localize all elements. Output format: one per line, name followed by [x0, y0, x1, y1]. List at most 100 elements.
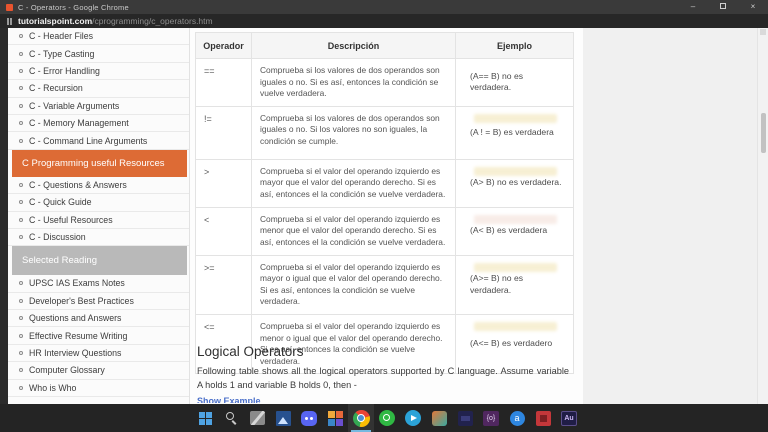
taskbar-audition-app[interactable]: Au	[556, 404, 582, 432]
logical-operators-heading: Logical Operators	[197, 344, 304, 359]
bullet-icon	[19, 333, 23, 338]
taskbar-code-app[interactable]: {o}	[478, 404, 504, 432]
browser-titlebar: C - Operators - Google Chrome – ×	[0, 0, 768, 14]
example-text: (A<= B) es verdadero	[470, 338, 553, 349]
blue-a-app-icon: a	[509, 410, 525, 426]
sidebar-item-label: C - Variable Arguments	[29, 100, 120, 111]
photos-app-icon	[275, 410, 291, 426]
operator-cell: >	[195, 158, 252, 208]
bullet-icon	[19, 51, 23, 56]
show-example-link[interactable]: Show Example	[197, 396, 261, 403]
sidebar-item-resume-writing[interactable]: Effective Resume Writing	[8, 327, 189, 345]
sidebar-item-type-casting[interactable]: C - Type Casting	[8, 45, 189, 63]
minimize-button[interactable]: –	[678, 0, 708, 14]
description-cell: Comprueba si el valor del operando izqui…	[251, 206, 456, 256]
bullet-icon	[19, 298, 23, 303]
translation-artifact	[474, 214, 557, 224]
sidebar-item-label: C - Memory Management	[29, 118, 129, 129]
bullet-icon	[19, 138, 23, 143]
bullet-icon	[19, 351, 23, 356]
url-path: /cprogramming/c_operators.htm	[92, 16, 213, 26]
description-cell: Comprueba si los valores de dos operando…	[251, 105, 456, 160]
close-button[interactable]: ×	[738, 0, 768, 14]
sidebar-item-label: C - Questions & Answers	[29, 179, 127, 190]
sidebar-navigation: C - Header Files C - Type Casting C - Er…	[8, 28, 190, 404]
relational-operators-table: Operador Descripción Ejemplo == Comprueb…	[195, 32, 574, 375]
sidebar-item-label: C - Command Line Arguments	[29, 135, 148, 146]
example-text: (A>= B) no es verdadera.	[470, 272, 524, 295]
sidebar-item-memory-management[interactable]: C - Memory Management	[8, 115, 189, 133]
sidebar-item-label: Questions and Answers	[29, 313, 122, 324]
page-scrollbar[interactable]	[757, 28, 768, 404]
page-right-gutter	[583, 28, 758, 404]
taskbar-photos-app[interactable]	[270, 404, 296, 432]
taskbar-whatsapp-app[interactable]	[374, 404, 400, 432]
sidebar-item-label: Who is Who	[29, 382, 77, 393]
example-text: (A ! = B) es verdadera	[470, 126, 554, 137]
taskbar-gradient-app[interactable]	[426, 404, 452, 432]
example-cell: (A ! = B) es verdadera	[455, 105, 574, 160]
sidebar-item-computer-glossary[interactable]: Computer Glossary	[8, 362, 189, 380]
taskbar-discord-app[interactable]	[296, 404, 322, 432]
sidebar-item-questions-answers[interactable]: C - Questions & Answers	[8, 177, 189, 195]
translation-artifact	[474, 262, 557, 272]
sidebar-item-label: C - Quick Guide	[29, 197, 92, 208]
sidebar-item-hr-interview[interactable]: HR Interview Questions	[8, 345, 189, 363]
sidebar-item-questions-and-answers[interactable]: Questions and Answers	[8, 310, 189, 328]
pause-extension-icon[interactable]	[7, 17, 12, 25]
resources-section-banner: C Programming useful Resources	[12, 149, 187, 177]
bullet-icon	[19, 385, 23, 390]
sidebar-item-label: C - Discussion	[29, 232, 86, 243]
taskbar: {o} a Au A ESP LAA 01:33 a. m. 08/12/202…	[0, 404, 768, 432]
sidebar-item-variable-arguments[interactable]: C - Variable Arguments	[8, 98, 189, 115]
sidebar-item-useful-resources[interactable]: C - Useful Resources	[8, 212, 189, 229]
taskbar-media-app[interactable]	[322, 404, 348, 432]
bullet-icon	[19, 217, 23, 222]
media-app-icon	[327, 410, 343, 426]
address-bar[interactable]: tutorialspoint.com /cprogramming/c_opera…	[0, 14, 768, 28]
bullet-icon	[19, 86, 23, 91]
table-row: != Comprueba si los valores de dos opera…	[195, 105, 574, 160]
taskbar-chrome-app[interactable]	[348, 404, 374, 432]
maximize-button[interactable]	[708, 0, 738, 14]
taskbar-search-button[interactable]	[218, 404, 244, 432]
taskbar-navy-app[interactable]	[452, 404, 478, 432]
sidebar-item-error-handling[interactable]: C - Error Handling	[8, 63, 189, 81]
bullet-icon	[19, 281, 23, 286]
sidebar-item-command-line-arguments[interactable]: C - Command Line Arguments	[8, 132, 189, 150]
scroll-up-icon[interactable]	[760, 29, 766, 35]
taskbar-adobe-red-app[interactable]	[530, 404, 556, 432]
table-row: == Comprueba si los valores de dos opera…	[195, 58, 574, 107]
start-button[interactable]	[192, 404, 218, 432]
col-header-example: Ejemplo	[455, 32, 574, 59]
sidebar-item-label: HR Interview Questions	[29, 348, 122, 359]
sidebar-item-best-practices[interactable]: Developer's Best Practices	[8, 293, 189, 311]
sidebar-item-discussion[interactable]: C - Discussion	[8, 229, 189, 247]
audition-icon: Au	[561, 410, 577, 426]
description-cell: Comprueba si el valor del operando izqui…	[251, 254, 456, 315]
sidebar-item-label: Effective Resume Writing	[29, 330, 128, 341]
taskbar-telegram-app[interactable]	[400, 404, 426, 432]
adobe-app-icon	[535, 410, 551, 426]
window-left-edge	[0, 28, 8, 404]
sidebar-item-recursion[interactable]: C - Recursion	[8, 80, 189, 98]
description-cell: Comprueba si el valor del operando izqui…	[251, 158, 456, 208]
sidebar-item-label: C - Error Handling	[29, 65, 100, 76]
sidebar-item-label: C - Useful Resources	[29, 214, 113, 225]
col-header-description: Descripción	[251, 32, 456, 59]
sidebar-item-header-files[interactable]: C - Header Files	[8, 28, 189, 46]
taskbar-paint-app[interactable]	[244, 404, 270, 432]
sidebar-item-label: Developer's Best Practices	[29, 295, 134, 306]
sidebar-item-label: C - Type Casting	[29, 48, 95, 59]
selected-reading-banner: Selected Reading	[12, 246, 187, 276]
sidebar-item-upsc-ias[interactable]: UPSC IAS Exams Notes	[8, 275, 189, 293]
url-domain: tutorialspoint.com	[18, 16, 93, 26]
sidebar-item-who-is-who[interactable]: Who is Who	[8, 380, 189, 398]
sidebar-item-quick-guide[interactable]: C - Quick Guide	[8, 194, 189, 212]
translation-artifact	[474, 321, 557, 331]
scrollbar-thumb[interactable]	[760, 113, 766, 153]
operator-cell: !=	[195, 105, 252, 160]
example-cell: (A< B) es verdadera	[455, 206, 574, 256]
code-brackets-icon: {o}	[483, 410, 499, 426]
taskbar-blue-a-app[interactable]: a	[504, 404, 530, 432]
